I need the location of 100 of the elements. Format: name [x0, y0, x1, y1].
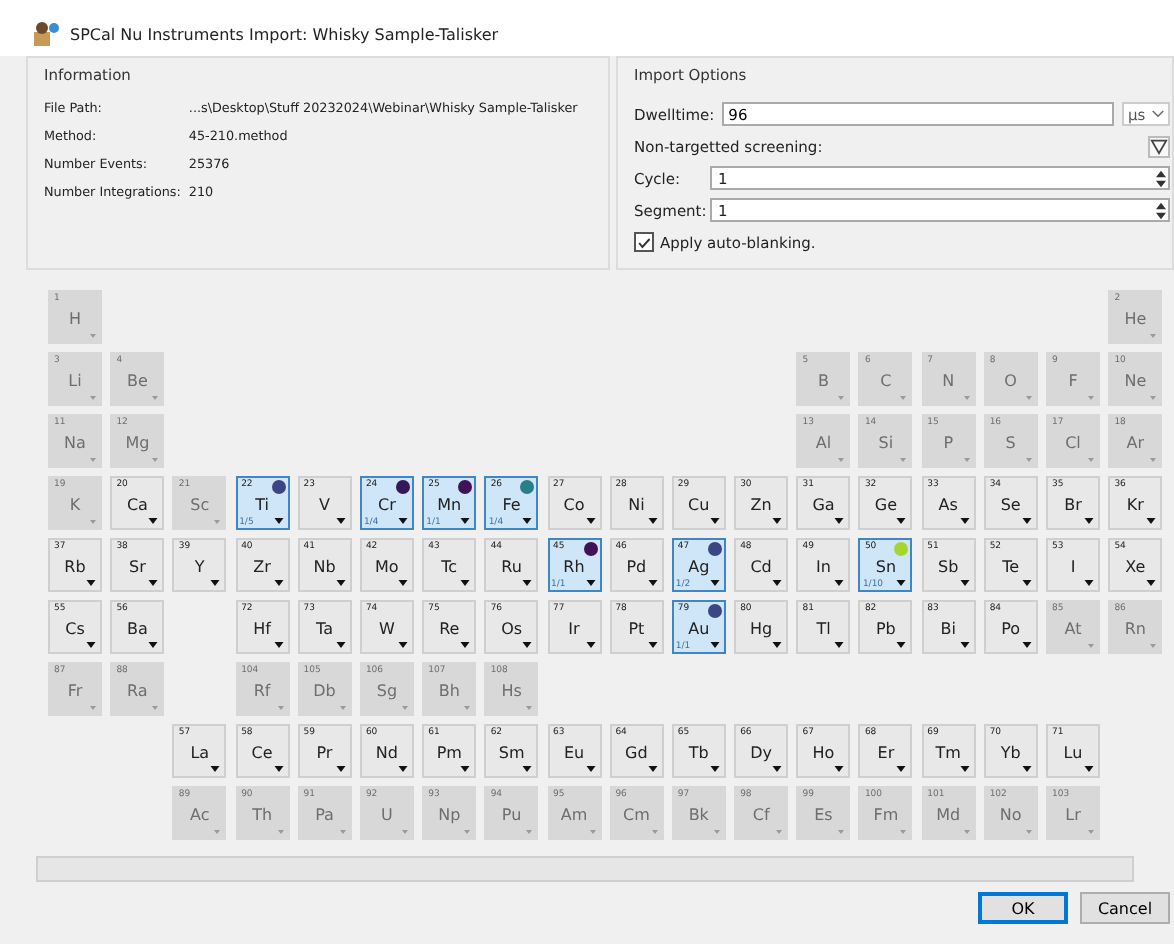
element-symbol: Rb	[62, 558, 88, 576]
element-symbol: Np	[436, 806, 463, 824]
element-symbol: Sc	[188, 496, 212, 514]
chevron-down-icon	[1151, 110, 1164, 118]
filter-icon	[1150, 137, 1168, 155]
element-symbol: Re	[437, 620, 462, 638]
dropdown-arrow-icon	[90, 706, 96, 710]
dropdown-arrow-icon	[1025, 830, 1032, 834]
element-symbol: Si	[876, 434, 896, 452]
element-symbol: F	[1066, 372, 1080, 390]
dropdown-arrow-icon	[963, 458, 970, 462]
dropdown-arrow-icon	[709, 766, 720, 772]
dropdown-arrow-icon	[585, 580, 595, 586]
dropdown-arrow-icon	[585, 766, 595, 772]
element-symbol: Lr	[1063, 806, 1083, 824]
spin-arrows-icon	[1156, 201, 1166, 219]
dropdown-arrow-icon	[1146, 580, 1157, 586]
element-symbol: K	[67, 496, 83, 514]
element-symbol: Cl	[1063, 434, 1083, 452]
element-symbol: Fm	[871, 806, 901, 824]
dropdown-arrow-icon	[214, 520, 221, 524]
dropdown-arrow-icon	[90, 334, 96, 338]
dropdown-arrow-icon	[834, 766, 845, 772]
dropdown-arrow-icon	[647, 766, 658, 772]
dropdown-arrow-icon	[339, 830, 346, 834]
element-symbol: Ra	[125, 682, 150, 700]
dropdown-arrow-icon	[838, 396, 845, 400]
dropdown-arrow-icon	[1088, 396, 1094, 400]
element-symbol: Ta	[314, 620, 335, 638]
element-symbol: V	[317, 496, 332, 514]
dropdown-arrow-icon	[526, 830, 533, 834]
element-symbol: Cs	[63, 620, 87, 638]
element-symbol: Ne	[1122, 372, 1149, 390]
ok-button[interactable]: OK	[978, 892, 1068, 924]
element-symbol: Sm	[496, 744, 527, 762]
app-icon	[32, 20, 60, 48]
dropdown-arrow-icon	[277, 830, 284, 834]
dropdown-arrow-icon	[647, 580, 658, 586]
dropdown-arrow-icon	[896, 580, 907, 586]
element-symbol: W	[376, 620, 397, 638]
dropdown-arrow-icon	[273, 580, 284, 586]
filter-button[interactable]	[1148, 135, 1170, 157]
element-symbol: Sb	[936, 558, 961, 576]
dropdown-arrow-icon	[834, 580, 845, 586]
dropdown-arrow-icon	[90, 396, 96, 400]
dropdown-arrow-icon	[1021, 580, 1032, 586]
element-symbol: Hs	[499, 682, 524, 700]
element-symbol: Kr	[1124, 496, 1146, 514]
element-symbol: Rn	[1122, 620, 1148, 638]
dropdown-arrow-icon	[1088, 458, 1094, 462]
dropdown-arrow-icon	[397, 518, 408, 524]
element-symbol: Tb	[686, 744, 711, 762]
element-symbol: Ac	[188, 806, 212, 824]
element-symbol: Db	[311, 682, 338, 700]
cancel-button[interactable]: Cancel	[1080, 892, 1170, 924]
element-symbol: N	[940, 372, 957, 390]
dropdown-arrow-icon	[772, 580, 783, 586]
dropdown-arrow-icon	[772, 642, 783, 648]
window-title: SPCal Nu Instruments Import: Whisky Sample-Talisker	[70, 25, 499, 43]
dropdown-arrow-icon	[772, 766, 783, 772]
element-symbol: Na	[62, 434, 88, 452]
dropdown-arrow-icon	[277, 706, 284, 710]
dropdown-arrow-icon	[963, 830, 970, 834]
dropdown-arrow-icon	[522, 580, 533, 586]
dropdown-arrow-icon	[1021, 766, 1032, 772]
element-symbol: Po	[999, 620, 1023, 638]
element-symbol: Mg	[123, 434, 152, 452]
dropdown-arrow-icon	[90, 520, 96, 524]
spin-arrows-icon	[1156, 169, 1166, 187]
element-symbol: La	[188, 744, 212, 762]
dropdown-arrow-icon	[460, 642, 471, 648]
element-symbol: Rh	[561, 558, 587, 576]
dropdown-arrow-icon	[526, 706, 533, 710]
element-symbol: In	[814, 558, 833, 576]
element-symbol: Fr	[65, 682, 85, 700]
dropdown-arrow-icon	[401, 830, 408, 834]
element-symbol: Br	[1062, 496, 1084, 514]
dropdown-arrow-icon	[1150, 334, 1157, 338]
dropdown-arrow-icon	[838, 458, 845, 462]
element-symbol: Cd	[748, 558, 774, 576]
element-symbol: Mn	[435, 496, 464, 514]
element-symbol: He	[1122, 310, 1149, 328]
element-symbol: Ni	[626, 496, 647, 514]
element-symbol: Mo	[373, 558, 401, 576]
element-symbol: Cu	[686, 496, 712, 514]
element-symbol: Y	[192, 558, 207, 576]
element-symbol: Ca	[124, 496, 150, 514]
dropdown-arrow-icon	[713, 830, 720, 834]
dropdown-arrow-icon	[896, 642, 907, 648]
dropdown-arrow-icon	[273, 766, 284, 772]
element-symbol: Ge	[872, 496, 899, 514]
dropdown-arrow-icon	[896, 766, 907, 772]
dropdown-arrow-icon	[273, 642, 284, 648]
dropdown-arrow-icon	[959, 766, 970, 772]
element-symbol: Lu	[1061, 744, 1085, 762]
dropdown-arrow-icon	[86, 642, 96, 648]
element-symbol: Xe	[1123, 558, 1148, 576]
element-symbol: Zn	[748, 496, 774, 514]
dropdown-arrow-icon	[1084, 766, 1094, 772]
dropdown-arrow-icon	[335, 642, 346, 648]
